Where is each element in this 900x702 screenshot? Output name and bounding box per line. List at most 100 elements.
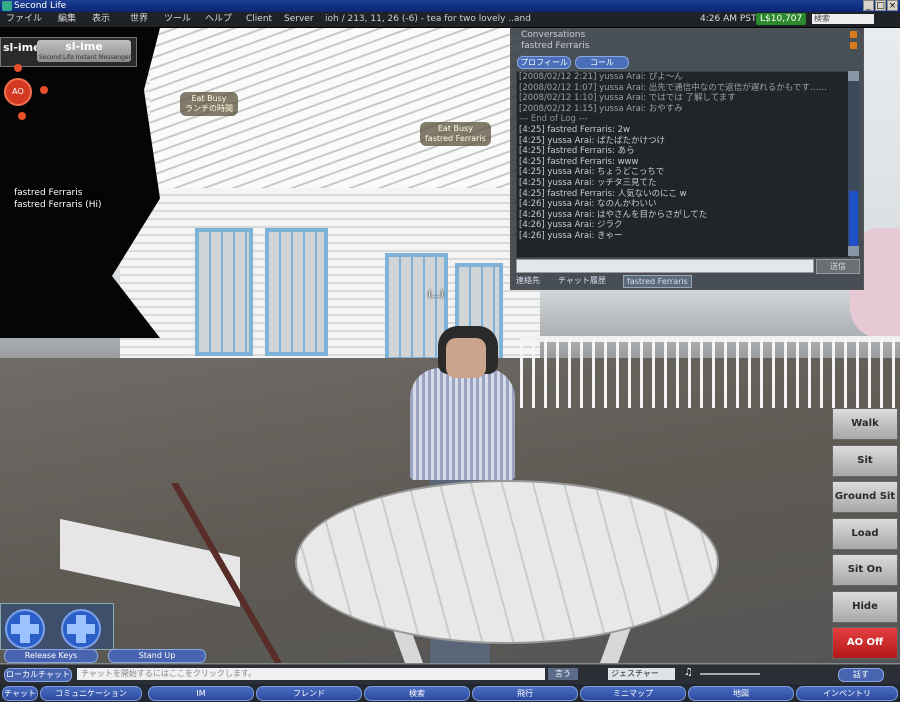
tab-conversation[interactable]: fastred Ferraris bbox=[623, 275, 692, 288]
chat-line: [4:25] yussa Arai: ちょうどこっちで bbox=[519, 167, 665, 178]
app-icon bbox=[2, 1, 12, 11]
chat-line: [2008/02/12 1:07] yussa Arai: 出先で通信中なので返… bbox=[519, 82, 827, 93]
chat-line: [4:25] fastred Ferraris: 人気ないのにこ w bbox=[519, 188, 687, 199]
camera-pad[interactable] bbox=[61, 609, 101, 649]
toolbar-im-button[interactable]: IM bbox=[148, 686, 254, 701]
search-input[interactable]: 検索 bbox=[812, 14, 874, 24]
chat-bar: ローカルチャット チャットを開始するにはここをクリックします。 言う ジェスチャ… bbox=[0, 664, 900, 684]
call-button[interactable]: コール bbox=[575, 56, 629, 69]
toolbar-inventory-button[interactable]: インベントリ bbox=[796, 686, 898, 701]
window-title: Second Life bbox=[14, 1, 67, 11]
menu-edit[interactable]: 編集 bbox=[58, 12, 76, 27]
chat-line: [2008/02/12 1:15] yussa Arai: おやすみ bbox=[519, 103, 683, 114]
say-button[interactable]: 言う bbox=[548, 668, 578, 680]
chat-line: [4:25] yussa Arai: ッチタ三見てた bbox=[519, 177, 657, 188]
release-keys-button[interactable]: Release Keys bbox=[4, 649, 98, 663]
orb-icon bbox=[18, 112, 26, 120]
arrow-icon bbox=[11, 624, 39, 634]
toolbar-fly-button[interactable]: 飛行 bbox=[472, 686, 578, 701]
maximize-button[interactable]: □ bbox=[875, 0, 886, 11]
menu-tools[interactable]: ツール bbox=[164, 12, 191, 27]
close-button[interactable]: × bbox=[887, 0, 898, 11]
chat-line: [4:25] fastred Ferraris: 2w bbox=[519, 124, 630, 135]
sign-line: Eat Busy bbox=[437, 124, 473, 133]
chat-line: [4:26] yussa Arai: はやさんを目からさがしてた bbox=[519, 209, 708, 220]
ground-sit-button[interactable]: Ground Sit bbox=[832, 481, 898, 513]
chat-input[interactable]: チャットを開始するにはここをクリックします。 bbox=[77, 668, 545, 680]
send-button[interactable]: 送信 bbox=[816, 259, 860, 274]
im-recipient: fastred Ferraris bbox=[521, 41, 590, 51]
toolbar-friends-button[interactable]: フレンド bbox=[256, 686, 362, 701]
orb-icon bbox=[14, 64, 22, 72]
chat-line: [4:25] yussa Arai: ぱたぱたかけつけ bbox=[519, 135, 666, 146]
orb-icon bbox=[40, 86, 48, 94]
scroll-up-icon[interactable] bbox=[848, 71, 859, 81]
menu-world[interactable]: 世界 bbox=[130, 12, 148, 27]
menu-server[interactable]: Server bbox=[284, 12, 314, 27]
toolbar-map-button[interactable]: 地図 bbox=[688, 686, 794, 701]
sit-on-button[interactable]: Sit On bbox=[832, 554, 898, 586]
sign-tag: Eat Busy fastred Ferraris bbox=[420, 122, 491, 146]
ao-off-button[interactable]: AO Off bbox=[832, 627, 898, 659]
white-railing bbox=[520, 338, 900, 408]
chat-line: [4:25] fastred Ferraris: あら bbox=[519, 146, 635, 157]
avatar-body[interactable] bbox=[410, 368, 515, 480]
hide-button[interactable]: Hide bbox=[832, 590, 898, 623]
balance-badge[interactable]: L$10,707 bbox=[756, 13, 807, 25]
sit-button[interactable]: Sit bbox=[832, 444, 898, 477]
menu-file[interactable]: ファイル bbox=[6, 12, 42, 27]
tab-contacts[interactable]: 連絡先 bbox=[513, 275, 543, 286]
avatar-face bbox=[446, 338, 486, 378]
toolbar-communicate-button[interactable]: コミュニケーション bbox=[40, 686, 142, 701]
close-icon[interactable] bbox=[850, 31, 857, 38]
minimize-icon[interactable] bbox=[850, 42, 857, 49]
gesture-select[interactable]: ジェスチャー bbox=[608, 668, 675, 680]
move-pad[interactable] bbox=[5, 609, 45, 649]
chat-line: [2008/02/12 2:21] yussa Arai: ぴよ〜ん bbox=[519, 72, 683, 82]
toolbar-chat-button[interactable]: チャット bbox=[2, 686, 38, 701]
chat-scrollbar[interactable] bbox=[848, 71, 859, 256]
avatar-nametag[interactable]: fastred Ferraris bbox=[14, 188, 82, 199]
avatar-nametag[interactable]: (...) bbox=[428, 290, 444, 301]
bottom-toolbar: チャット コミュニケーション IM フレンド 検索 飛行 ミニマップ 地図 イン… bbox=[0, 684, 900, 702]
menu-help[interactable]: ヘルプ bbox=[205, 12, 232, 27]
music-icon[interactable]: ♫ bbox=[684, 667, 693, 678]
volume-slider[interactable] bbox=[700, 673, 760, 675]
slime-logo[interactable]: sl-ime sl-ime Second Life Instant Messen… bbox=[0, 37, 137, 67]
window-titlebar: Second Life _ □ × bbox=[0, 0, 900, 12]
minimize-button[interactable]: _ bbox=[863, 0, 874, 11]
avatar-nametag[interactable]: fastred Ferraris (Hi) bbox=[14, 200, 102, 211]
profile-button[interactable]: プロフィール bbox=[517, 56, 571, 69]
walk-button[interactable]: Walk bbox=[832, 408, 898, 440]
toolbar-search-button[interactable]: 検索 bbox=[364, 686, 470, 701]
im-window[interactable]: Conversations fastred Ferraris プロフィール コー… bbox=[510, 28, 864, 290]
house-window bbox=[265, 228, 328, 356]
chat-line: [4:25] fastred Ferraris: www bbox=[519, 156, 639, 167]
movement-panel bbox=[0, 603, 114, 650]
chat-log[interactable]: [2008/02/12 2:21] yussa Arai: ぴよ〜ん [2008… bbox=[516, 71, 850, 258]
wooden-poles bbox=[165, 483, 305, 663]
chat-line: [4:26] yussa Arai: なのんかわいい bbox=[519, 199, 657, 210]
ao-button[interactable]: AO bbox=[4, 78, 32, 106]
stand-up-button[interactable]: Stand Up bbox=[108, 649, 206, 663]
sign-line: Eat Busy bbox=[191, 94, 227, 103]
local-chat-button[interactable]: ローカルチャット bbox=[4, 668, 72, 682]
menu-client[interactable]: Client bbox=[246, 12, 272, 27]
chat-line: [2008/02/12 1:10] yussa Arai: ではでは 了解してま… bbox=[519, 93, 736, 104]
scroll-down-icon[interactable] bbox=[848, 246, 859, 256]
sign-tag: Eat Busy ランチの時間 bbox=[180, 92, 238, 116]
round-table[interactable] bbox=[295, 480, 719, 644]
menu-view[interactable]: 表示 bbox=[92, 12, 110, 27]
scroll-thumb[interactable] bbox=[849, 191, 858, 246]
load-button[interactable]: Load bbox=[832, 517, 898, 550]
window-controls: _ □ × bbox=[863, 0, 898, 11]
location-text[interactable]: ioh / 213, 11, 26 (-6) - tea for two lov… bbox=[325, 12, 531, 27]
clock-text: 4:26 AM PST bbox=[700, 14, 757, 24]
chat-line: [4:26] yussa Arai: きゃー bbox=[519, 230, 623, 241]
ao-panel: Walk Sit Ground Sit Load Sit On Hide AO … bbox=[832, 408, 898, 664]
speak-button[interactable]: 話す bbox=[838, 668, 884, 682]
tab-history[interactable]: チャット履歴 bbox=[555, 275, 609, 286]
toolbar-minimap-button[interactable]: ミニマップ bbox=[580, 686, 686, 701]
im-input[interactable] bbox=[516, 259, 814, 273]
menubar: ファイル 編集 表示 世界 ツール ヘルプ Client Server ioh … bbox=[0, 12, 900, 28]
